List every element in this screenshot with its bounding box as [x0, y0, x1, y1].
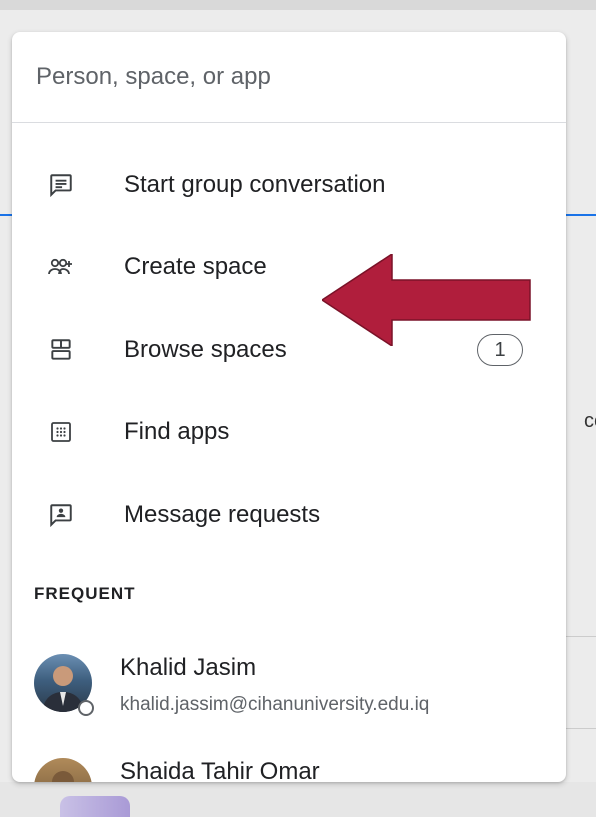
menu-item-find-apps[interactable]: Find apps — [12, 391, 566, 473]
chat-bubble-icon — [46, 170, 76, 200]
list-item-person[interactable]: Khalid Jasim khalid.jassim@cihanuniversi… — [12, 644, 566, 724]
background-divider — [0, 214, 12, 216]
menu-item-start-group-conversation[interactable]: Start group conversation — [12, 144, 566, 226]
menu-item-label: Create space — [124, 253, 267, 280]
message-request-icon — [46, 500, 76, 530]
person-name: Khalid Jasim — [120, 654, 257, 681]
frequent-section-title: FREQUENT — [34, 584, 136, 603]
new-chat-menu: Start group conversation Create space Br… — [12, 32, 566, 782]
presence-status-icon — [78, 700, 94, 716]
search-bar — [12, 32, 566, 123]
avatar — [34, 758, 92, 782]
menu-item-label: Message requests — [124, 501, 321, 528]
background-partial-text: cce — [584, 410, 596, 432]
menu-item-label: Browse spaces — [124, 336, 287, 363]
menu-item-label: Find apps — [124, 418, 230, 445]
background-header — [0, 0, 596, 10]
menu-item-label: Start group conversation — [124, 171, 386, 198]
background-image-fragment — [60, 796, 130, 817]
search-input[interactable] — [34, 62, 518, 92]
red-arrow-annotation — [322, 254, 531, 346]
menu-item-message-requests[interactable]: Message requests — [12, 474, 566, 556]
background-separator — [566, 728, 596, 729]
group-add-icon — [46, 252, 76, 282]
person-name: Shaida Tahir Omar — [120, 758, 320, 782]
browse-spaces-icon — [46, 335, 76, 365]
list-item-person[interactable]: Shaida Tahir Omar — [12, 744, 566, 782]
background-tab-indicator — [566, 214, 596, 216]
apps-grid-icon — [46, 417, 76, 447]
background-separator — [566, 636, 596, 637]
person-email: khalid.jassim@cihanuniversity.edu.iq — [120, 694, 430, 715]
